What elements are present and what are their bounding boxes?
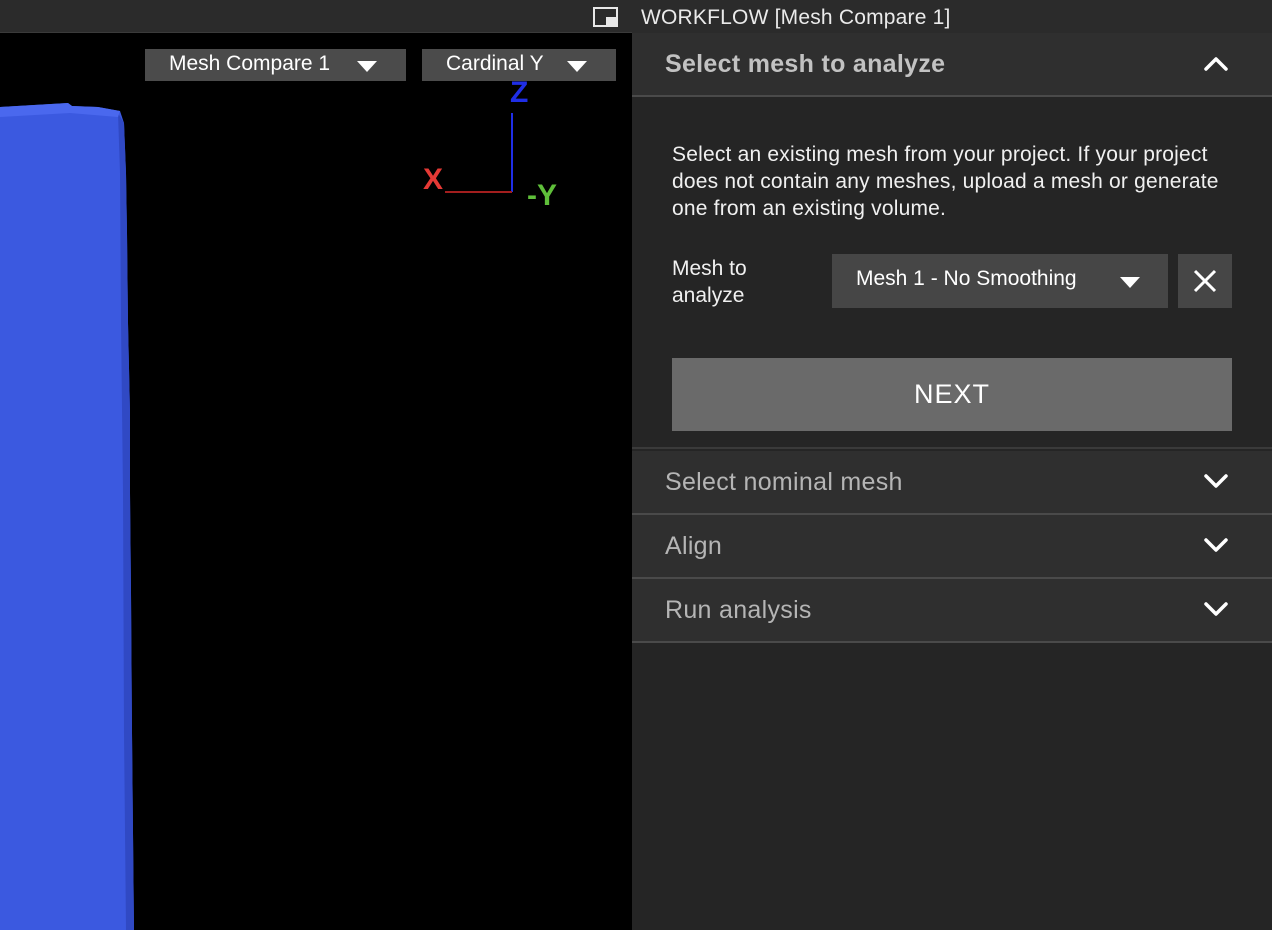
close-icon [1193,269,1217,293]
chevron-down-icon [1204,602,1228,616]
mesh-render [0,103,134,930]
view-dropdown-label: Cardinal Y [446,52,544,75]
mesh-select-value: Mesh 1 - No Smoothing [856,267,1077,290]
axis-y-label: -Y [527,179,557,212]
axis-z-label: Z [510,76,529,109]
chevron-up-icon [1204,57,1228,71]
viewport-titlebar [0,0,632,33]
section-select-mesh-body: Select an existing mesh from your projec… [632,97,1272,449]
section-title: Select nominal mesh [665,468,903,496]
workflow-panel: Select mesh to analyze Select an existin… [632,33,1272,930]
top-bar: WORKFLOW [Mesh Compare 1] [0,0,1272,33]
section-title: Run analysis [665,596,812,624]
section-title: Align [665,532,723,560]
mesh-select-dropdown[interactable]: Mesh 1 - No Smoothing [832,254,1168,308]
section-description: Select an existing mesh from your projec… [672,143,1219,220]
section-select-nominal-header[interactable]: Select nominal mesh [632,451,1272,515]
chevron-down-icon [1204,474,1228,488]
mesh-to-analyze-label: Mesh to analyze [672,257,747,307]
scene-dropdown[interactable]: Mesh Compare 1 [145,49,406,81]
section-title: Select mesh to analyze [665,50,946,78]
chevron-down-icon [1204,538,1228,552]
section-align-header[interactable]: Align [632,515,1272,579]
clear-selection-button[interactable] [1178,254,1232,308]
app-root: WORKFLOW [Mesh Compare 1] Mesh Compare 1… [0,0,1272,930]
3d-viewport[interactable]: Mesh Compare 1 Cardinal Y Z X -Y [0,33,632,930]
caret-down-icon [567,61,587,72]
caret-down-icon [1120,277,1140,288]
scene-dropdown-label: Mesh Compare 1 [169,52,331,75]
section-run-analysis-header[interactable]: Run analysis [632,579,1272,643]
caret-down-icon [357,61,377,72]
workflow-title: WORKFLOW [Mesh Compare 1] [641,6,951,29]
next-button[interactable]: NEXT [672,358,1232,431]
section-select-mesh-header[interactable]: Select mesh to analyze [632,33,1272,97]
popout-window-icon[interactable] [593,7,618,27]
axis-x-label: X [423,163,444,196]
